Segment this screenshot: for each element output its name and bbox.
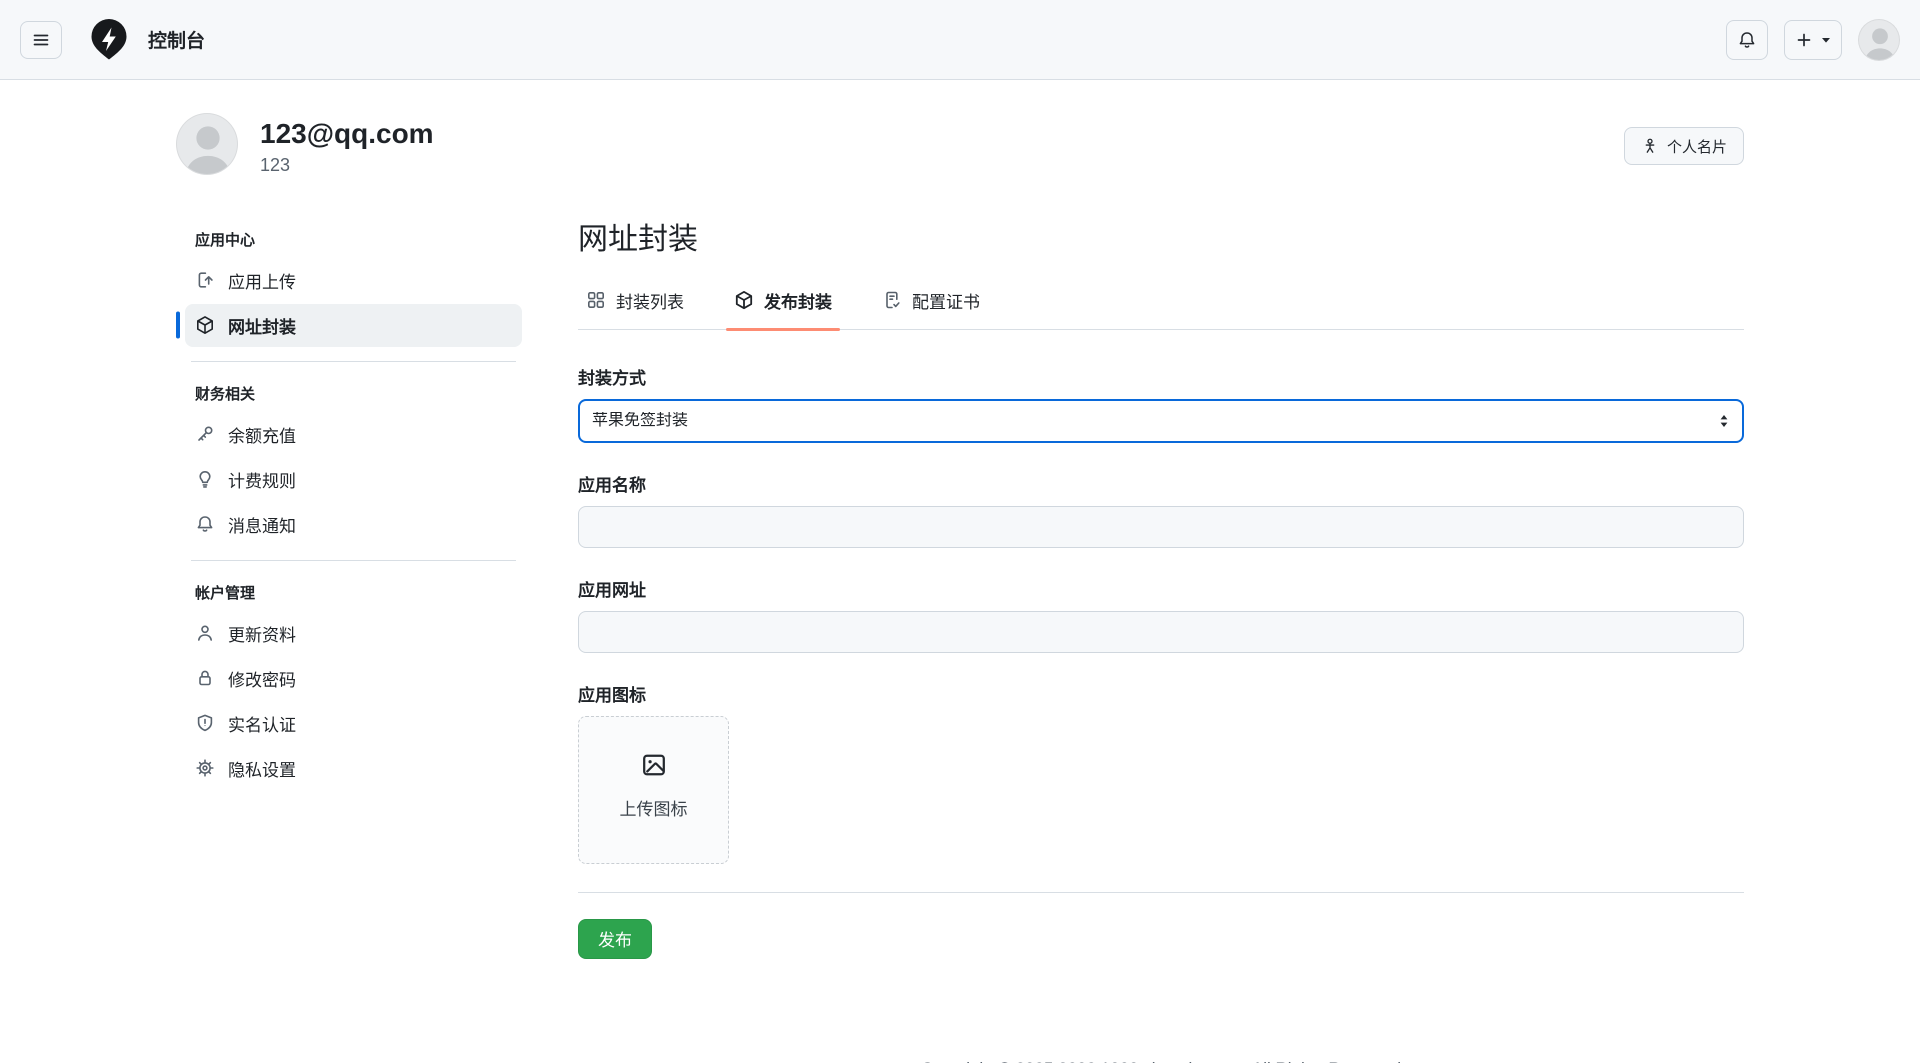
content-layout: 应用中心 应用上传 网址封装 — [176, 222, 1744, 1063]
sidebar-item-label: 计费规则 — [228, 467, 296, 492]
grid-icon — [586, 290, 606, 310]
sidebar-item-label: 应用上传 — [228, 268, 296, 293]
sidebar-item-url-packaging[interactable]: 网址封装 — [185, 304, 522, 347]
tab-bar: 封装列表 发布封装 — [578, 282, 1744, 330]
personal-card-button[interactable]: 个人名片 — [1624, 127, 1744, 165]
tab-package-list[interactable]: 封装列表 — [578, 282, 692, 329]
tab-configure-certificate[interactable]: 配置证书 — [874, 282, 988, 329]
app-url-label: 应用网址 — [578, 576, 1744, 601]
icon-upload-dropzone[interactable]: 上传图标 — [578, 716, 729, 864]
footer-copyright: Copyright © 2025 2002.1000.xiaomiou.com … — [578, 1059, 1744, 1063]
tab-label: 封装列表 — [616, 288, 684, 313]
publish-button[interactable]: 发布 — [578, 919, 652, 959]
sidebar-divider — [191, 560, 516, 561]
sidebar-section-header-app-center: 应用中心 — [185, 222, 522, 257]
profile-header: 123@qq.com 123 个人名片 — [176, 113, 1744, 176]
sidebar-item-label: 更新资料 — [228, 621, 296, 646]
navbar-avatar[interactable] — [1858, 19, 1900, 61]
upload-icon — [195, 270, 215, 290]
form-divider — [578, 892, 1744, 893]
sidebar-item-balance-recharge[interactable]: 余额充值 — [185, 413, 522, 456]
hamburger-button[interactable] — [20, 21, 62, 59]
person-icon — [195, 623, 215, 643]
key-icon — [195, 424, 215, 444]
profile-meta: 123@qq.com 123 — [260, 113, 434, 176]
sidebar-item-app-upload[interactable]: 应用上传 — [185, 259, 522, 302]
app-icon-label: 应用图标 — [578, 681, 1744, 706]
image-icon — [640, 751, 668, 779]
profile-actions: 个人名片 — [1624, 113, 1744, 165]
sidebar-item-change-password[interactable]: 修改密码 — [185, 657, 522, 700]
sidebar-item-billing-rules[interactable]: 计费规则 — [185, 458, 522, 501]
sidebar-item-label: 实名认证 — [228, 711, 296, 736]
package-method-select-wrap: 苹果免签封装 — [578, 399, 1744, 443]
sidebar-item-update-profile[interactable]: 更新资料 — [185, 612, 522, 655]
profile-username: 123 — [260, 155, 434, 176]
tab-publish-package[interactable]: 发布封装 — [726, 282, 840, 329]
file-check-icon — [882, 290, 902, 310]
navbar: 控制台 — [0, 0, 1920, 80]
profile-email: 123@qq.com — [260, 117, 434, 151]
app-logo[interactable] — [88, 19, 130, 61]
shield-icon — [195, 713, 215, 733]
create-new-button[interactable] — [1784, 20, 1842, 60]
package-icon — [195, 315, 215, 335]
package-method-label: 封装方式 — [578, 364, 1744, 389]
sidebar-item-label: 消息通知 — [228, 512, 296, 537]
sidebar-item-label: 修改密码 — [228, 666, 296, 691]
tab-label: 发布封装 — [764, 288, 832, 313]
caret-down-icon — [1821, 37, 1831, 43]
sidebar-section-header-account: 帐户管理 — [185, 575, 522, 610]
notifications-button[interactable] — [1726, 20, 1768, 60]
lightbulb-icon — [195, 469, 215, 489]
sidebar-item-label: 隐私设置 — [228, 756, 296, 781]
lock-icon — [195, 668, 215, 688]
person-badge-icon — [1641, 137, 1659, 155]
sidebar-item-realname-verify[interactable]: 实名认证 — [185, 702, 522, 745]
main-content: 网址封装 封装列表 — [578, 222, 1744, 1063]
lightning-icon — [88, 19, 130, 61]
package-method-select[interactable]: 苹果免签封装 — [578, 399, 1744, 443]
sidebar-divider — [191, 361, 516, 362]
gear-icon — [195, 758, 215, 778]
bell-icon — [1737, 30, 1757, 50]
bell-icon — [195, 514, 215, 534]
publish-form: 封装方式 苹果免签封装 应用名称 应用网址 应用图 — [578, 330, 1744, 959]
hamburger-icon — [31, 30, 51, 50]
personal-card-label: 个人名片 — [1667, 136, 1727, 157]
sidebar-item-message-notice[interactable]: 消息通知 — [185, 503, 522, 546]
page-title: 网址封装 — [578, 222, 1744, 258]
sidebar: 应用中心 应用上传 网址封装 — [176, 222, 522, 792]
page-container: 123@qq.com 123 个人名片 应用中心 — [176, 80, 1744, 1063]
app-name-input[interactable] — [578, 506, 1744, 548]
package-icon — [734, 290, 754, 310]
plus-icon — [1795, 31, 1813, 49]
profile-avatar — [176, 113, 238, 175]
sidebar-section-header-finance: 财务相关 — [185, 376, 522, 411]
sidebar-item-privacy-settings[interactable]: 隐私设置 — [185, 747, 522, 790]
app-url-input[interactable] — [578, 611, 1744, 653]
sidebar-item-label: 余额充值 — [228, 422, 296, 447]
tab-label: 配置证书 — [912, 288, 980, 313]
upload-icon-text: 上传图标 — [620, 795, 688, 820]
sidebar-item-label: 网址封装 — [228, 313, 296, 338]
app-name-label: 应用名称 — [578, 471, 1744, 496]
navbar-title: 控制台 — [148, 26, 205, 53]
